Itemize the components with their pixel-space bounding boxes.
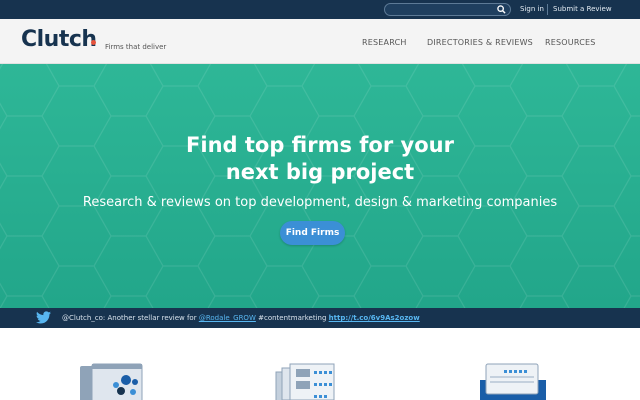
tweet-mention-link[interactable]: @Rodale_GROW — [199, 314, 256, 322]
tweet-prefix: @Clutch_co: Another stellar review for — [62, 314, 199, 322]
nav-resources[interactable]: RESOURCES — [545, 38, 596, 47]
submit-review-illustration — [480, 363, 546, 400]
hexagon-pattern — [0, 64, 640, 308]
tweet-text: @Clutch_co: Another stellar review for @… — [62, 312, 420, 324]
logo[interactable]: Clutch — [21, 27, 97, 53]
search-icon[interactable] — [497, 5, 506, 14]
nav-directories-reviews[interactable]: DIRECTORIES & REVIEWS — [427, 38, 533, 47]
site-header: Clutch Firms that deliver RESEARCH DIREC… — [0, 19, 640, 64]
hero-title-line1: Find top firms for your — [186, 133, 454, 157]
search-input[interactable] — [384, 3, 511, 16]
top-bar: Sign in Submit a Review — [0, 0, 640, 19]
hero-subtitle: Research & reviews on top development, d… — [82, 195, 558, 210]
submit-review-link[interactable]: Submit a Review — [553, 3, 612, 15]
sign-in-link[interactable]: Sign in — [520, 3, 544, 15]
hero-title-line2: next big project — [225, 160, 415, 184]
twitter-strip: @Clutch_co: Another stellar review for @… — [0, 308, 640, 328]
hero-title: Find top firms for your next big project — [0, 132, 640, 186]
twitter-icon[interactable] — [36, 311, 51, 324]
tweet-hashtag: #contentmarketing — [255, 314, 329, 322]
reviews-illustration — [275, 363, 335, 400]
top-divider — [547, 4, 548, 15]
logo-dot — [91, 40, 96, 45]
tagline: Firms that deliver — [105, 43, 167, 51]
hero-banner: Find top firms for your next big project… — [0, 64, 640, 308]
nav-research[interactable]: RESEARCH — [362, 38, 407, 47]
find-firms-button[interactable]: Find Firms — [280, 221, 345, 245]
tweet-url-link[interactable]: http://t.co/6v9As2ozow — [329, 314, 420, 322]
research-illustration — [80, 363, 143, 400]
